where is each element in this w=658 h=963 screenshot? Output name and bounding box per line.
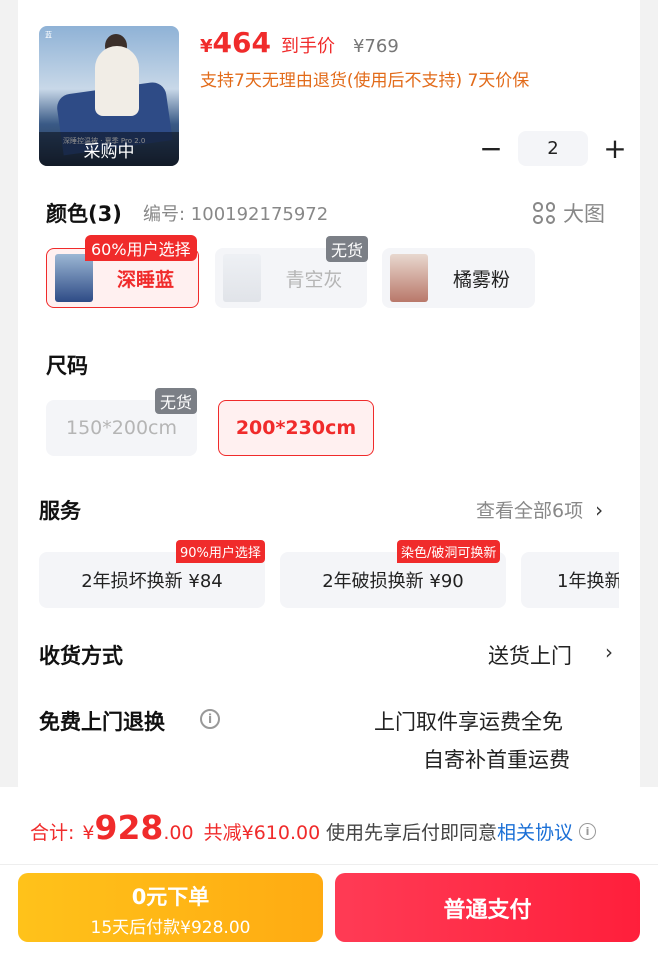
chevron-right-icon: ›	[605, 640, 613, 664]
color-swatch	[223, 254, 261, 302]
consent-text: 使用先享后付即同意	[326, 822, 498, 844]
order-total: 合计: ¥ 928 .00 共减¥610.00	[30, 808, 320, 847]
total-decimal: .00	[163, 822, 194, 844]
pay-later-button[interactable]: 0元下单 15天后付款¥928.00	[18, 873, 323, 942]
normal-pay-button[interactable]: 普通支付	[335, 873, 640, 942]
big-picture-label: 大图	[563, 202, 605, 226]
color-option-label: 深睡蓝	[116, 268, 174, 291]
size-option-200x230[interactable]: 200*230cm	[218, 400, 374, 456]
delivery-method-value[interactable]: 送货上门	[488, 640, 572, 670]
service-popular-badge: 90%用户选择	[176, 540, 265, 563]
big-picture-button[interactable]: 大图	[533, 198, 605, 228]
grid-icon	[533, 202, 555, 224]
chevron-right-icon: ›	[595, 497, 604, 522]
agreement-link[interactable]: 相关协议	[497, 818, 573, 845]
free-return-title: 免费上门退换	[39, 710, 165, 734]
color-option-label: 橘雾粉	[452, 268, 510, 291]
total-amount: 928	[94, 808, 164, 847]
footer-divider	[0, 864, 658, 865]
service-view-all-label: 查看全部6项	[476, 500, 584, 522]
service-view-all-link[interactable]: 查看全部6项 ›	[476, 496, 603, 523]
color-swatch	[55, 254, 93, 302]
service-carousel[interactable]: 2年损坏换新 ¥84 90%用户选择 2年破损换新 ¥90 染色/破洞可换新 1…	[39, 540, 619, 610]
thumb-status-overlay: 采购中	[39, 132, 179, 166]
product-code: 编号: 100192175972	[143, 204, 329, 225]
price-line: ¥464 到手价 ¥769	[200, 26, 399, 59]
color-swatch	[390, 254, 428, 302]
quantity-increase-button[interactable]: +	[602, 134, 628, 163]
pay-later-sub-label: 15天后付款¥928.00	[90, 918, 251, 938]
return-line-1: 上门取件享运费全免	[374, 710, 563, 734]
final-price-label: 到手价	[280, 36, 335, 57]
color-option-label: 青空灰	[285, 268, 343, 291]
total-currency: ¥	[82, 822, 95, 844]
delivery-title: 收货方式	[39, 644, 123, 668]
return-policy: 支持7天无理由退货(使用后不支持) 7天价保	[200, 71, 530, 91]
quantity-value[interactable]: 2	[518, 131, 588, 166]
popular-badge: 60%用户选择	[85, 235, 197, 261]
thumb-model	[95, 46, 139, 116]
original-price: ¥769	[352, 36, 399, 57]
service-feature-badge: 染色/破洞可换新	[397, 540, 501, 563]
product-thumbnail[interactable]: 蓝 深睡控温被 · 夏季 Pro 2.0 采购中	[39, 26, 179, 166]
quantity-decrease-button[interactable]: −	[478, 134, 504, 163]
out-of-stock-badge: 无货	[326, 236, 369, 262]
final-price: ¥464	[200, 26, 271, 59]
total-discount: 共减¥610.00	[203, 822, 321, 844]
color-option-orange-pink[interactable]: 橘雾粉	[382, 248, 535, 308]
out-of-stock-badge: 无货	[155, 388, 198, 414]
thumb-brand: 蓝	[45, 31, 53, 39]
service-option-one-year[interactable]: 1年换新	[521, 552, 619, 608]
size-section-title: 尺码	[46, 354, 88, 378]
pay-later-main-label: 0元下单	[131, 885, 210, 909]
quantity-stepper: − 2 +	[478, 131, 628, 166]
info-icon[interactable]: i	[200, 709, 220, 729]
service-section-title: 服务	[39, 499, 81, 523]
return-line-2: 自寄补首重运费	[423, 748, 570, 772]
payment-consent: 使用先享后付即同意 相关协议 i	[326, 818, 597, 845]
color-section-title: 颜色(3)	[46, 202, 122, 226]
total-label: 合计:	[30, 822, 75, 844]
info-icon[interactable]: i	[579, 823, 597, 840]
